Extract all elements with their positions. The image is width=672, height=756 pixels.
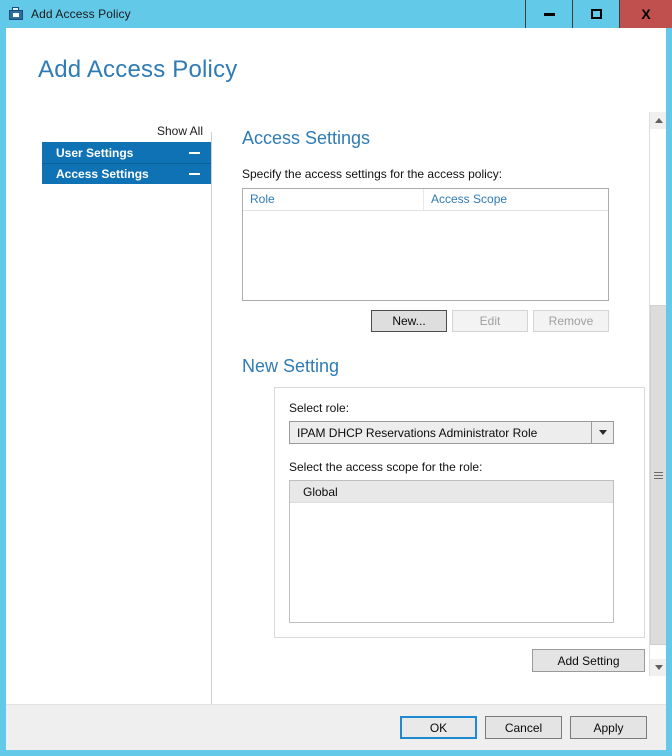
- chevron-up-icon: [654, 118, 663, 123]
- navigation-panel: Show All User Settings Access Settings: [6, 124, 211, 684]
- footer-buttons: OK Cancel Apply: [400, 716, 647, 739]
- new-button[interactable]: New...: [371, 310, 447, 332]
- cancel-button[interactable]: Cancel: [485, 716, 562, 739]
- scroll-up-button[interactable]: [650, 112, 666, 129]
- access-scope-tree[interactable]: Global: [289, 480, 614, 623]
- main-content: Access Settings Specify the access setti…: [242, 128, 645, 672]
- select-role-label: Select role:: [289, 401, 350, 415]
- close-button[interactable]: X: [619, 0, 672, 28]
- role-select[interactable]: IPAM DHCP Reservations Administrator Rol…: [289, 421, 614, 444]
- minimize-icon: [543, 12, 555, 16]
- list-header-row: Role Access Scope: [243, 189, 608, 211]
- section-title: Access Settings: [242, 128, 371, 148]
- column-header-access-scope[interactable]: Access Scope: [424, 189, 608, 210]
- scrollbar-thumb[interactable]: [650, 305, 666, 645]
- collapse-minus-icon[interactable]: [189, 151, 200, 154]
- panel-divider: [211, 132, 212, 712]
- dialog-footer: OK Cancel Apply: [6, 704, 666, 750]
- add-setting-button[interactable]: Add Setting: [532, 649, 645, 672]
- list-body-empty[interactable]: [243, 211, 608, 300]
- sidebar-item-label: Access Settings: [56, 167, 149, 181]
- edit-button[interactable]: Edit: [452, 310, 528, 332]
- maximize-button[interactable]: [572, 0, 619, 28]
- scroll-down-button[interactable]: [650, 659, 666, 676]
- new-setting-title: New Setting: [242, 356, 340, 376]
- vertical-scrollbar[interactable]: [649, 112, 666, 676]
- dialog-client-area: Add Access Policy Show All User Settings…: [6, 28, 666, 750]
- add-access-policy-window: Add Access Policy X Add Access Policy Sh…: [0, 0, 672, 756]
- chevron-down-icon[interactable]: [591, 422, 613, 443]
- page-title: Add Access Policy: [38, 56, 238, 83]
- collapse-minus-icon[interactable]: [189, 173, 200, 175]
- show-all-link[interactable]: Show All: [157, 124, 203, 138]
- list-action-buttons: New... Edit Remove: [242, 310, 609, 332]
- sidebar-item-label: User Settings: [56, 145, 134, 160]
- window-controls: X: [525, 0, 672, 28]
- specify-instruction-label: Specify the access settings for the acce…: [242, 167, 503, 181]
- apply-button[interactable]: Apply: [570, 716, 647, 739]
- maximize-icon: [590, 9, 602, 19]
- add-setting-row: Add Setting: [274, 649, 645, 672]
- scope-item-global[interactable]: Global: [290, 481, 613, 503]
- new-setting-group: Select role: IPAM DHCP Reservations Admi…: [274, 387, 645, 638]
- title-bar: Add Access Policy X: [0, 0, 672, 28]
- sidebar-item-access-settings[interactable]: Access Settings: [42, 163, 211, 184]
- close-icon: X: [641, 6, 651, 22]
- navigation-list: User Settings Access Settings: [42, 142, 211, 184]
- window-title: Add Access Policy: [31, 7, 131, 21]
- remove-button[interactable]: Remove: [533, 310, 609, 332]
- ok-button[interactable]: OK: [400, 716, 477, 739]
- scrollbar-grip-icon: [654, 471, 663, 479]
- sidebar-item-user-settings[interactable]: User Settings: [42, 142, 211, 163]
- access-policy-icon: [8, 6, 24, 22]
- minimize-button[interactable]: [525, 0, 572, 28]
- chevron-down-icon: [654, 665, 663, 670]
- access-settings-list[interactable]: Role Access Scope: [242, 188, 609, 301]
- scrollbar-track[interactable]: [650, 129, 666, 659]
- select-scope-label: Select the access scope for the role:: [289, 460, 483, 474]
- column-header-role[interactable]: Role: [243, 189, 424, 210]
- role-select-value: IPAM DHCP Reservations Administrator Rol…: [297, 425, 538, 440]
